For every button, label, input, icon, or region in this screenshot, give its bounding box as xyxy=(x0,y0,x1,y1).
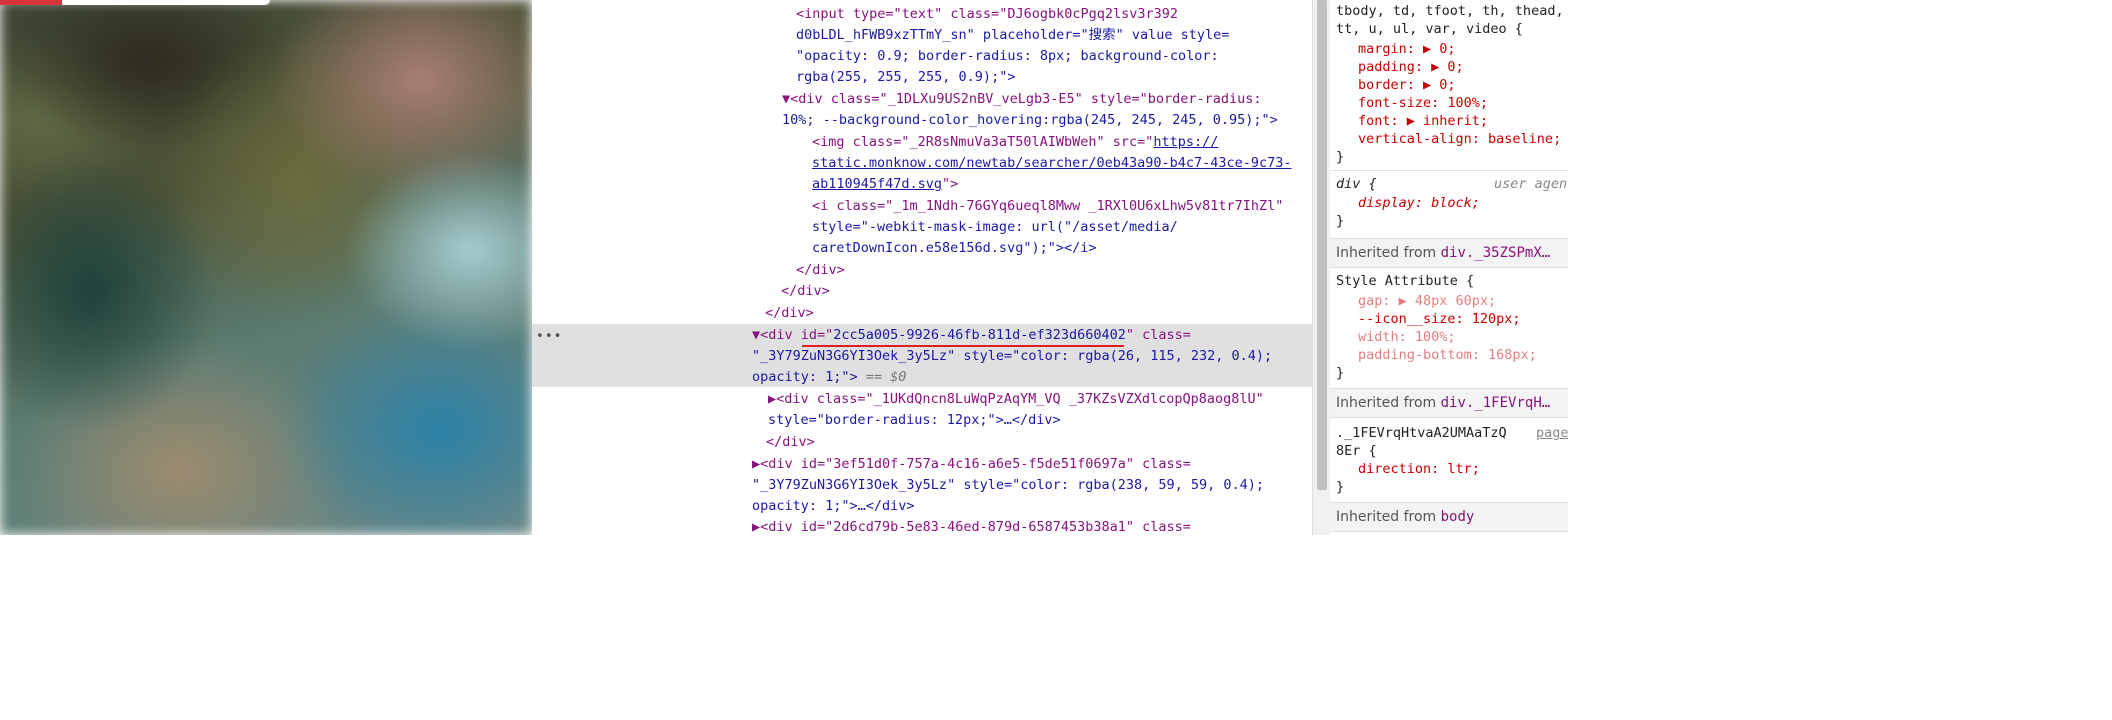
dom-line-input-4[interactable]: rgba(255, 255, 255, 0.9);"> xyxy=(796,67,1015,89)
elements-panel[interactable]: ••• <input type="text" class="DJ6ogbk0cP… xyxy=(532,0,1312,535)
css-rule-close: } xyxy=(1336,149,1345,165)
dom-line-selected-div-3[interactable]: opacity: 1;"> == $0 xyxy=(752,367,906,389)
stylesheet-source-link[interactable]: page xyxy=(1536,424,1568,442)
dom-line-close-div-3[interactable]: </div> xyxy=(765,303,814,325)
user-agent-label: user agent xyxy=(1494,176,1568,192)
css-class-selector[interactable]: ._1FEVrqHtvaA2UMAaTzQ xyxy=(1336,424,1507,442)
dom-text: rgba(255, 255, 255, 0.9);"> xyxy=(796,69,1016,85)
elements-scrollbar[interactable] xyxy=(1312,0,1331,535)
css-prop-margin[interactable]: margin: ▶ 0; xyxy=(1358,40,1456,58)
dom-line-div-searcher-2[interactable]: 10%; --background-color_hovering:rgba(24… xyxy=(782,110,1278,132)
css-prop-font[interactable]: font: ▶ inherit; xyxy=(1358,112,1488,130)
dom-line-close-div-2[interactable]: </div> xyxy=(781,281,830,303)
dom-text: ▶<div id="2d6cd79b-5e83-46ed-879d-658745… xyxy=(752,519,1191,535)
style-attribute-header[interactable]: Style Attribute { xyxy=(1336,272,1474,290)
css-prop-icon-size[interactable]: --icon__size: 120px; xyxy=(1358,310,1521,328)
dom-text: " class= xyxy=(1125,327,1191,343)
dom-text: ▶<div id="3ef51d0f-757a-4c16-a6e5-f5de51… xyxy=(752,456,1191,472)
css-class-selector-2[interactable]: 8Er { xyxy=(1336,442,1377,460)
css-prop-font-size[interactable]: font-size: 100%; xyxy=(1358,94,1488,112)
css-rule-close-2: } xyxy=(1336,213,1345,229)
dom-line-div-searcher[interactable]: ▼<div class="_1DLXu9US2nBV_veLgb3-E5" st… xyxy=(782,89,1262,111)
dom-text: 10%; --background-color_hovering:rgba(24… xyxy=(782,112,1278,128)
inherited-label: Inherited from xyxy=(1336,395,1441,411)
inherited-body-link[interactable]: body xyxy=(1441,509,1475,525)
dom-line-img[interactable]: <img class="_2R8sNmuVa3aT50lAIWbWeh" src… xyxy=(812,132,1218,154)
console-ref-label: == $0 xyxy=(857,369,907,385)
red-tab-edge xyxy=(0,0,62,5)
dom-line-div-red[interactable]: ▶<div id="3ef51d0f-757a-4c16-a6e5-f5de51… xyxy=(752,454,1191,476)
dom-line-input-1[interactable]: <input type="text" class="DJ6ogbk0cPgq2l… xyxy=(796,4,1178,26)
blurred-wallpaper xyxy=(0,0,532,535)
inherited-label: Inherited from xyxy=(1336,509,1441,525)
css-prop-border[interactable]: border: ▶ 0; xyxy=(1358,76,1456,94)
css-prop-vertical-align[interactable]: vertical-align: baseline; xyxy=(1358,130,1561,148)
css-div-selector[interactable]: div { xyxy=(1336,175,1377,193)
styles-panel[interactable]: tbody, td, tfoot, th, thead, tt, u, ul, … xyxy=(1330,0,1568,535)
css-prop-gap[interactable]: gap: ▶ 48px 60px; xyxy=(1358,292,1496,310)
dom-text: d0bLDL_hFWB9xzTTmY_sn" placeholder="搜索" … xyxy=(796,27,1230,43)
dom-text: <input type="text" class="DJ6ogbk0cPgq2l… xyxy=(796,6,1179,22)
dom-text: </div> xyxy=(781,283,830,299)
selected-div-id: 2cc5a005-9926-46fb-811d-ef323d660402 xyxy=(833,327,1126,343)
dom-text: ▼<div class="_1DLXu9US2nBV_veLgb3-E5" st… xyxy=(782,91,1262,107)
inherited-header-3[interactable]: Inherited from body xyxy=(1330,502,1568,532)
rule-separator xyxy=(1330,170,1568,171)
dom-text: "> xyxy=(942,176,959,192)
img-src-link-3[interactable]: ab110945f47d.svg xyxy=(812,176,942,192)
dom-text: <img class="_2R8sNmuVa3aT50lAIWbWeh" src… xyxy=(812,134,1154,150)
dom-text: "opacity: 0.9; border-radius: 8px; backg… xyxy=(796,48,1219,64)
css-prop-display: display: block; xyxy=(1358,195,1480,211)
dom-text: ▼<div id=" xyxy=(752,327,834,343)
dom-line-img-3[interactable]: ab110945f47d.svg"> xyxy=(812,174,958,196)
dom-line-div-red-2[interactable]: "_3Y79ZuN3G6YI3Oek_3y5Lz" style="color: … xyxy=(752,475,1264,497)
css-selector-line[interactable]: tbody, td, tfoot, th, thead, xyxy=(1336,2,1564,20)
css-prop-direction[interactable]: direction: ltr; xyxy=(1358,460,1480,478)
img-src-link[interactable]: https:// xyxy=(1153,134,1218,150)
dom-line-i-3[interactable]: caretDownIcon.e58e156d.svg");"></i> xyxy=(812,238,1096,260)
inherited-label: Inherited from xyxy=(1336,245,1441,261)
dom-text: <i class="_1m_1Ndh-76GYq6ueql8Mww _1RXl0… xyxy=(812,198,1284,214)
page-preview-area xyxy=(0,0,532,535)
dom-line-input-3[interactable]: "opacity: 0.9; border-radius: 8px; backg… xyxy=(796,46,1219,68)
dom-text: ▶<div class="_1UKdQncn8LuWqPzAqYM_VQ _37… xyxy=(768,391,1264,407)
css-rule-close-3: } xyxy=(1336,365,1345,381)
dom-text: style="-webkit-mask-image: url("/asset/m… xyxy=(812,219,1178,235)
dom-line-img-2[interactable]: static.monknow.com/newtab/searcher/0eb43… xyxy=(812,153,1292,175)
dom-line-div-next[interactable]: ▶<div id="2d6cd79b-5e83-46ed-879d-658745… xyxy=(752,517,1191,535)
dom-text: "_3Y79ZuN3G6YI3Oek_3y5Lz" style="color: … xyxy=(752,477,1265,493)
white-tab-edge xyxy=(62,0,270,5)
css-prop-width[interactable]: width: 100%; xyxy=(1358,328,1456,346)
css-rule-close-4: } xyxy=(1336,479,1345,495)
scrollbar-thumb[interactable] xyxy=(1317,0,1327,490)
dom-text: style="border-radius: 12px;">…</div> xyxy=(768,412,1061,428)
dom-line-i-2[interactable]: style="-webkit-mask-image: url("/asset/m… xyxy=(812,217,1178,239)
inherited-header-1[interactable]: Inherited from div._35ZSPmX… xyxy=(1330,238,1568,268)
dom-text: </div> xyxy=(796,262,845,278)
dom-line-child-div[interactable]: ▶<div class="_1UKdQncn8LuWqPzAqYM_VQ _37… xyxy=(768,389,1264,411)
dom-line-div-red-3[interactable]: opacity: 1;">…</div> xyxy=(752,496,915,518)
inherited-class-link[interactable]: div._1FEVrqH… xyxy=(1441,395,1551,411)
dom-line-input-2[interactable]: d0bLDL_hFWB9xzTTmY_sn" placeholder="搜索" … xyxy=(796,25,1229,47)
dom-line-close-div-4[interactable]: </div> xyxy=(766,432,815,454)
img-src-link-2[interactable]: static.monknow.com/newtab/searcher/0eb43… xyxy=(812,155,1292,171)
dom-text: opacity: 1;"> xyxy=(752,369,858,385)
dom-line-selected-div[interactable]: ▼<div id="2cc5a005-9926-46fb-811d-ef323d… xyxy=(752,325,1191,347)
dom-line-child-div-2[interactable]: style="border-radius: 12px;">…</div> xyxy=(768,410,1061,432)
dom-text: </div> xyxy=(765,305,814,321)
dom-line-i[interactable]: <i class="_1m_1Ndh-76GYq6ueql8Mww _1RXl0… xyxy=(812,196,1283,218)
inherited-class-link[interactable]: div._35ZSPmX… xyxy=(1441,245,1551,261)
inherited-header-2[interactable]: Inherited from div._1FEVrqH… xyxy=(1330,388,1568,418)
css-prop-padding-bottom[interactable]: padding-bottom: 168px; xyxy=(1358,346,1537,364)
css-prop-padding[interactable]: padding: ▶ 0; xyxy=(1358,58,1464,76)
dom-line-close-div-1[interactable]: </div> xyxy=(796,260,845,282)
more-options-dots[interactable]: ••• xyxy=(536,326,562,348)
dom-text: "_3Y79ZuN3G6YI3Oek_3y5Lz" style="color: … xyxy=(752,348,1273,364)
css-selector-line-2[interactable]: tt, u, ul, var, video { xyxy=(1336,20,1523,38)
dom-text: caretDownIcon.e58e156d.svg");"></i> xyxy=(812,240,1097,256)
dom-text: </div> xyxy=(766,434,815,450)
dom-text: opacity: 1;">…</div> xyxy=(752,498,915,514)
dom-line-selected-div-2[interactable]: "_3Y79ZuN3G6YI3Oek_3y5Lz" style="color: … xyxy=(752,346,1272,368)
